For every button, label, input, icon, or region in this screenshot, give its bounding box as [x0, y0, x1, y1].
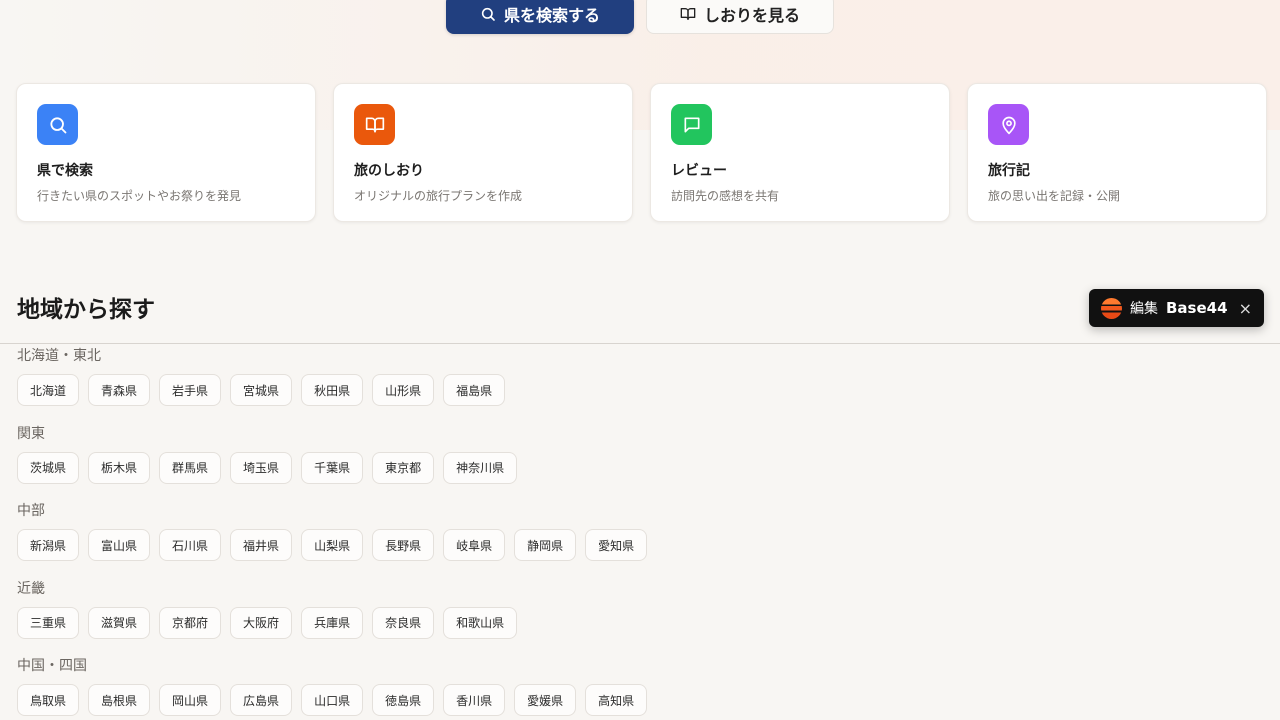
- prefecture-chip[interactable]: 茨城県: [17, 451, 80, 484]
- prefecture-chip[interactable]: 新潟県: [17, 529, 80, 561]
- region-group: 中国・四国 鳥取県 島根県 岡山県 広島県 山口県 徳島県 香川県 愛媛県 高知…: [17, 657, 648, 720]
- prefecture-chip[interactable]: 北海道: [17, 374, 80, 406]
- prefecture-chips: 茨城県 栃木県 群馬県 埼玉県 千葉県 東京都 神奈川県: [17, 451, 647, 484]
- prefecture-chips: 三重県 滋賀県 京都府 大阪府 兵庫県 奈良県 和歌山県: [17, 606, 647, 639]
- feature-title: 旅のしおり: [354, 163, 424, 179]
- prefecture-chip[interactable]: 和歌山県: [443, 606, 518, 639]
- prefecture-chip[interactable]: 静岡県: [514, 529, 577, 561]
- prefecture-chip[interactable]: 青森県: [88, 374, 151, 406]
- prefecture-chip[interactable]: 奈良県: [372, 606, 435, 639]
- prefecture-chips: 新潟県 富山県 石川県 福井県 山梨県 長野県 岐阜県 静岡県 愛知県: [17, 529, 648, 561]
- section-title: 地域から探す: [17, 297, 155, 323]
- feature-description: 旅の思い出を記録・公開: [988, 189, 1121, 203]
- prefecture-chip[interactable]: 山形県: [372, 374, 435, 406]
- prefecture-chip[interactable]: 富山県: [88, 529, 151, 561]
- prefecture-chip[interactable]: 香川県: [443, 684, 506, 716]
- hero-actions: 県を検索する しおりを見る: [446, 0, 834, 34]
- prefecture-chip[interactable]: 大阪府: [230, 606, 293, 639]
- feature-description: 訪問先の感想を共有: [671, 189, 780, 203]
- prefecture-chip[interactable]: 三重県: [17, 606, 80, 639]
- region-name: 近畿: [17, 580, 45, 597]
- book-icon: [365, 117, 384, 132]
- message-icon: [684, 117, 699, 132]
- base44-logo-icon: [1101, 297, 1122, 319]
- prefecture-chip[interactable]: 東京都: [372, 451, 435, 484]
- base44-edit-badge[interactable]: 編集 Base44 ×: [1089, 289, 1264, 327]
- feature-icon-box: [671, 104, 712, 145]
- badge-brand-label: Base44: [1166, 299, 1228, 317]
- map-pin-icon: [1001, 116, 1016, 134]
- feature-card-shiori[interactable]: 旅のしおり オリジナルの旅行プランを作成: [333, 83, 633, 222]
- prefecture-chip[interactable]: 群馬県: [159, 451, 222, 484]
- prefecture-chip[interactable]: 岐阜県: [443, 529, 506, 561]
- prefecture-chip[interactable]: 京都府: [159, 606, 222, 639]
- feature-cards: 県で検索 行きたい県のスポットやお祭りを発見 旅のしおり オリジナルの旅行プラン…: [16, 83, 1267, 222]
- feature-card-travelogue[interactable]: 旅行記 旅の思い出を記録・公開: [967, 83, 1267, 222]
- prefecture-chip[interactable]: 高知県: [585, 684, 648, 716]
- prefecture-chip[interactable]: 福島県: [443, 374, 506, 406]
- prefecture-chip[interactable]: 長野県: [372, 529, 435, 561]
- region-name: 関東: [17, 425, 45, 442]
- prefecture-chip[interactable]: 秋田県: [301, 374, 364, 406]
- view-shiori-label: しおりを見る: [703, 6, 800, 25]
- prefecture-chip[interactable]: 鳥取県: [17, 684, 80, 716]
- prefecture-chip[interactable]: 福井県: [230, 529, 293, 561]
- feature-icon-box: [37, 104, 78, 145]
- region-name: 中国・四国: [17, 658, 87, 674]
- prefecture-chip[interactable]: 広島県: [230, 684, 293, 716]
- feature-title: 旅行記: [988, 163, 1030, 179]
- feature-icon-box: [354, 104, 395, 145]
- prefecture-chip[interactable]: 島根県: [88, 684, 151, 716]
- feature-card-review[interactable]: レビュー 訪問先の感想を共有: [650, 83, 950, 222]
- view-shiori-button[interactable]: しおりを見る: [646, 0, 834, 34]
- search-icon: [49, 116, 66, 133]
- prefecture-chip[interactable]: 神奈川県: [443, 451, 518, 484]
- prefecture-chip[interactable]: 石川県: [159, 529, 222, 561]
- region-list: 北海道・東北 北海道 青森県 岩手県 宮城県 秋田県 山形県 福島県 関東 茨城…: [17, 347, 648, 720]
- search-prefecture-button[interactable]: 県を検索する: [446, 0, 634, 34]
- prefecture-chip[interactable]: 栃木県: [88, 451, 151, 484]
- close-icon[interactable]: ×: [1239, 299, 1252, 318]
- prefecture-chip[interactable]: 岩手県: [159, 374, 222, 406]
- prefecture-chip[interactable]: 愛知県: [585, 529, 648, 561]
- prefecture-chip[interactable]: 滋賀県: [88, 606, 151, 639]
- prefecture-chip[interactable]: 岡山県: [159, 684, 222, 716]
- divider: [0, 343, 1280, 344]
- prefecture-chip[interactable]: 徳島県: [372, 684, 435, 716]
- feature-description: オリジナルの旅行プランを作成: [354, 189, 523, 203]
- feature-title: レビュー: [671, 163, 727, 179]
- feature-icon-box: [988, 104, 1029, 145]
- book-icon: [680, 7, 696, 20]
- region-group: 中部 新潟県 富山県 石川県 福井県 山梨県 長野県 岐阜県 静岡県 愛知県: [17, 502, 648, 580]
- region-name: 北海道・東北: [17, 348, 101, 364]
- prefecture-chips: 北海道 青森県 岩手県 宮城県 秋田県 山形県 福島県: [17, 374, 647, 406]
- search-prefecture-label: 県を検索する: [503, 6, 600, 25]
- region-group: 関東 茨城県 栃木県 群馬県 埼玉県 千葉県 東京都 神奈川県: [17, 425, 647, 503]
- prefecture-chip[interactable]: 山梨県: [301, 529, 364, 561]
- prefecture-chip[interactable]: 兵庫県: [301, 606, 364, 639]
- region-name: 中部: [17, 503, 45, 519]
- badge-edit-label: 編集: [1130, 301, 1158, 317]
- region-group: 北海道・東北 北海道 青森県 岩手県 宮城県 秋田県 山形県 福島県: [17, 347, 647, 425]
- region-group: 近畿 三重県 滋賀県 京都府 大阪府 兵庫県 奈良県 和歌山県: [17, 580, 647, 658]
- prefecture-chip[interactable]: 千葉県: [301, 451, 364, 484]
- feature-title: 県で検索: [37, 163, 93, 179]
- prefecture-chips: 鳥取県 島根県 岡山県 広島県 山口県 徳島県 香川県 愛媛県 高知県: [17, 684, 648, 716]
- search-icon: [481, 7, 495, 21]
- feature-description: 行きたい県のスポットやお祭りを発見: [37, 189, 242, 203]
- prefecture-chip[interactable]: 埼玉県: [230, 451, 293, 484]
- prefecture-chip[interactable]: 山口県: [301, 684, 364, 716]
- prefecture-chip[interactable]: 愛媛県: [514, 684, 577, 716]
- feature-card-search[interactable]: 県で検索 行きたい県のスポットやお祭りを発見: [16, 83, 316, 222]
- prefecture-chip[interactable]: 宮城県: [230, 374, 293, 406]
